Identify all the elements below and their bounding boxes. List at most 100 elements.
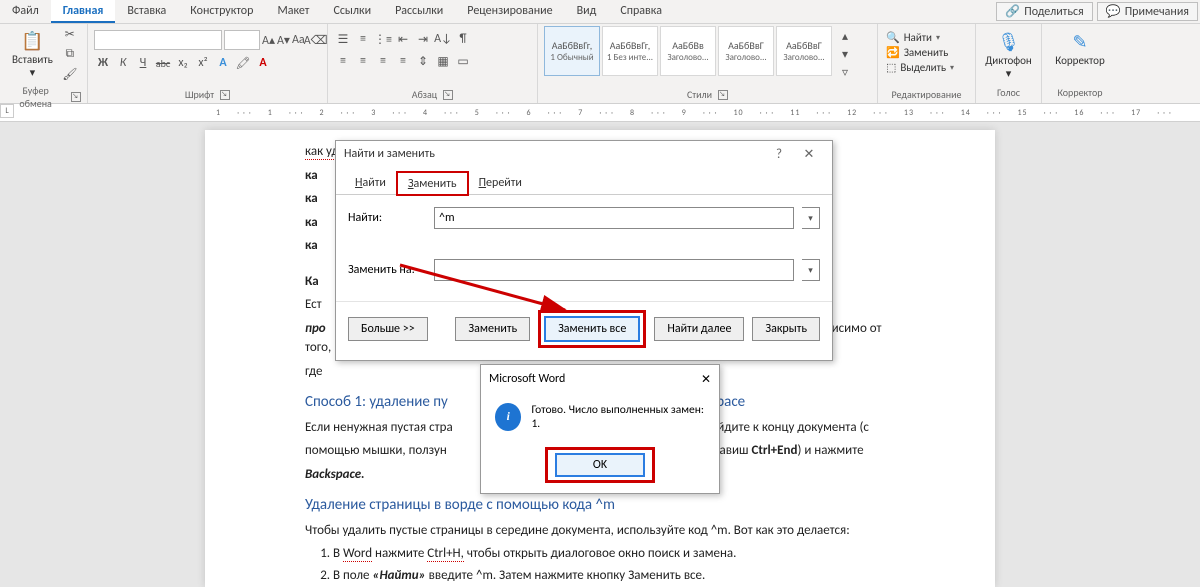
style-item[interactable]: АаБбВвЗаголово... [660, 26, 716, 76]
underline-button[interactable]: Ч [134, 54, 152, 72]
increase-indent-icon[interactable]: ⇥ [414, 30, 432, 48]
close-button[interactable]: Закрыть [752, 317, 820, 341]
styles-gallery[interactable]: АаБбВвГг,1 ОбычныйАаБбВвГг,1 Без инте...… [544, 26, 871, 82]
shrink-font-icon[interactable]: A▾ [277, 31, 290, 49]
comments-button[interactable]: 💬Примечания [1097, 2, 1198, 21]
paragraph-dialog-launcher[interactable] [443, 90, 453, 100]
styles-more-icon[interactable]: ▿ [836, 63, 854, 81]
replace-all-button[interactable]: Заменить все [545, 317, 639, 341]
replace-icon: 🔁 [886, 46, 900, 59]
font-name-combo[interactable] [94, 30, 222, 50]
find-next-button[interactable]: Найти далее [654, 317, 744, 341]
shading-icon[interactable]: ▦ [434, 52, 452, 70]
superscript-button[interactable]: x² [194, 54, 212, 72]
grow-font-icon[interactable]: A▴ [262, 31, 275, 49]
align-right-icon[interactable]: ≡ [374, 52, 392, 70]
copy-icon[interactable]: ⧉ [61, 45, 79, 63]
dialog-tab-goto[interactable]: Перейти [468, 171, 533, 194]
replace-input[interactable] [434, 259, 794, 281]
styles-dialog-launcher[interactable] [718, 90, 728, 100]
dialog-tab-find[interactable]: Найти [344, 171, 397, 194]
cut-icon[interactable]: ✂ [61, 25, 79, 43]
ribbon-tabs: Файл Главная Вставка Конструктор Макет С… [0, 0, 1200, 24]
tab-references[interactable]: Ссылки [321, 0, 383, 23]
find-replace-dialog[interactable]: Найти и заменить ? ✕ Найти Заменить Пере… [335, 140, 833, 361]
tab-view[interactable]: Вид [565, 0, 609, 23]
select-button[interactable]: ⬚Выделить▾ [884, 60, 969, 75]
tab-review[interactable]: Рецензирование [455, 0, 564, 23]
highlight-icon[interactable]: 🖍 [234, 54, 252, 72]
find-label: Найти: [348, 211, 426, 225]
dialog-titlebar[interactable]: Найти и заменить ? ✕ [336, 141, 832, 167]
multilevel-icon[interactable]: ⋮≡ [374, 30, 392, 48]
editor-button[interactable]: ✎ Корректор [1049, 28, 1110, 69]
styles-up-icon[interactable]: ▴ [836, 27, 854, 45]
style-item[interactable]: АаБбВвГг,1 Без инте... [602, 26, 658, 76]
style-item[interactable]: АаБбВвГЗаголово... [776, 26, 832, 76]
select-icon: ⬚ [886, 61, 896, 74]
tab-layout[interactable]: Макет [265, 0, 321, 23]
tab-design[interactable]: Конструктор [178, 0, 265, 23]
replace-button[interactable]: 🔁Заменить [884, 45, 969, 60]
font-dialog-launcher[interactable] [220, 90, 230, 100]
text-effects-icon[interactable]: A [214, 54, 232, 72]
show-marks-icon[interactable]: ¶ [454, 30, 472, 48]
tab-file[interactable]: Файл [0, 0, 51, 23]
replace-one-button[interactable]: Заменить [455, 317, 530, 341]
more-button[interactable]: Больше >> [348, 317, 428, 341]
styles-group-label: Стили [687, 88, 712, 101]
ruler-corner: L [0, 104, 14, 118]
decrease-indent-icon[interactable]: ⇤ [394, 30, 412, 48]
style-item[interactable]: АаБбВвГг,1 Обычный [544, 26, 600, 76]
dictate-button[interactable]: 🎙 Диктофон▾ [979, 28, 1038, 82]
find-dropdown-icon[interactable]: ▾ [802, 207, 820, 229]
dialog-title: Найти и заменить [344, 147, 435, 161]
numbering-icon[interactable]: ≡ [354, 30, 372, 48]
messagebox-text: Готово. Число выполненных замен: 1. [531, 403, 705, 431]
editing-group-label: Редактирование [892, 88, 962, 101]
align-left-icon[interactable]: ≡ [334, 52, 352, 70]
ok-button[interactable]: OK [556, 454, 644, 476]
style-item[interactable]: АаБбВвГЗаголово... [718, 26, 774, 76]
line-spacing-icon[interactable]: ⇕ [414, 52, 432, 70]
strike-button[interactable]: abc [154, 54, 172, 72]
help-icon[interactable]: ? [764, 147, 794, 162]
subscript-button[interactable]: x₂ [174, 54, 192, 72]
info-icon: i [495, 403, 521, 431]
replace-label: Заменить на: [348, 263, 426, 277]
styles-down-icon[interactable]: ▾ [836, 45, 854, 63]
messagebox[interactable]: Microsoft Word ✕ i Готово. Число выполне… [480, 364, 720, 494]
dialog-tab-replace[interactable]: Заменить [397, 172, 468, 195]
replace-all-highlight: Заменить все [538, 310, 646, 348]
messagebox-titlebar[interactable]: Microsoft Word ✕ [481, 365, 719, 393]
tab-home[interactable]: Главная [51, 0, 116, 23]
format-painter-icon[interactable]: 🖌 [61, 65, 79, 83]
messagebox-close-icon[interactable]: ✕ [701, 372, 711, 387]
ok-highlight: OK [545, 447, 655, 483]
tab-mailings[interactable]: Рассылки [383, 0, 455, 23]
justify-icon[interactable]: ≡ [394, 52, 412, 70]
tab-insert[interactable]: Вставка [115, 0, 178, 23]
font-color-icon[interactable]: A [254, 54, 272, 72]
paste-button[interactable]: 📋 Вставить ▾ [6, 27, 59, 81]
replace-dropdown-icon[interactable]: ▾ [802, 259, 820, 281]
italic-button[interactable]: К [114, 54, 132, 72]
messagebox-title: Microsoft Word [489, 372, 565, 386]
bullets-icon[interactable]: ☰ [334, 30, 352, 48]
clipboard-icon: 📋 [20, 29, 44, 53]
clear-format-icon[interactable]: A⌫ [307, 31, 325, 49]
share-button[interactable]: 🔗Поделиться [996, 2, 1092, 21]
borders-icon[interactable]: ▭ [454, 52, 472, 70]
close-icon[interactable]: ✕ [794, 147, 824, 162]
sort-icon[interactable]: A↓ [434, 30, 452, 48]
tab-help[interactable]: Справка [608, 0, 674, 23]
clipboard-dialog-launcher[interactable] [71, 92, 81, 102]
find-button[interactable]: 🔍Найти▾ [884, 30, 969, 45]
bold-button[interactable]: Ж [94, 54, 112, 72]
font-size-combo[interactable] [224, 30, 260, 50]
corrector-group-label: Корректор [1058, 86, 1103, 99]
horizontal-ruler[interactable]: 1· · ·1· · ·2· · ·3· · ·4· · ·5· · ·6· ·… [0, 104, 1200, 122]
search-icon: 🔍 [886, 31, 900, 44]
align-center-icon[interactable]: ≡ [354, 52, 372, 70]
find-input[interactable] [434, 207, 794, 229]
